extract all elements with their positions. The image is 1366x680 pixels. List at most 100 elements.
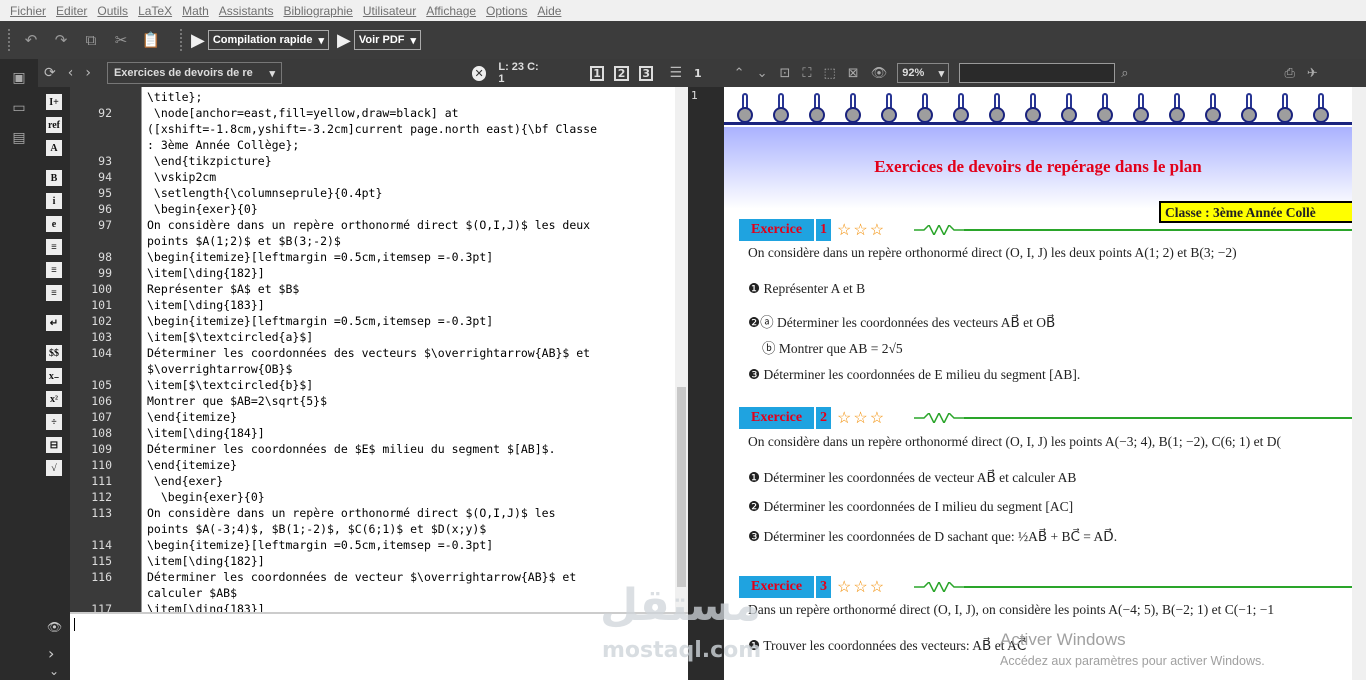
fit-page-icon[interactable]: ⛶ xyxy=(802,66,811,81)
view-run-icon[interactable]: ▶ xyxy=(337,30,351,51)
code-line[interactable]: \item[\ding{184}] xyxy=(147,426,265,440)
fit-width-icon[interactable]: ⊡ xyxy=(779,66,790,81)
chevron-down-icon[interactable]: ⌄ xyxy=(757,66,768,81)
code-line[interactable]: \item[$\textcircled{b}$] xyxy=(147,378,313,392)
menu-item[interactable]: Affichage xyxy=(421,4,481,18)
chevron-right-icon[interactable]: › xyxy=(48,644,54,663)
code-line[interactable]: On considère dans un repère orthonormé d… xyxy=(147,218,590,232)
fraction-icon[interactable]: ÷ xyxy=(46,414,62,430)
menu-item[interactable]: Assistants xyxy=(214,4,279,18)
code-line[interactable]: Représenter $A$ et $B$ xyxy=(147,282,299,296)
open-folder-icon[interactable]: ▭ xyxy=(8,97,30,119)
editor-scrollbar[interactable] xyxy=(675,87,688,612)
code-line[interactable]: : 3ème Année Collège}; xyxy=(147,138,299,152)
menu-item[interactable]: Bibliographie xyxy=(278,4,357,18)
code-line[interactable]: calculer $AB$ xyxy=(147,586,237,600)
scrollbar-thumb[interactable] xyxy=(677,387,686,587)
bookmark-3-button[interactable]: 3 xyxy=(638,65,654,81)
newline-icon[interactable]: ↵ xyxy=(46,315,62,331)
double-chevron-down-icon[interactable]: ⌄ xyxy=(49,664,59,678)
code-line[interactable]: \item[\ding{183}] xyxy=(147,298,265,312)
code-line[interactable]: \node[anchor=east,fill=yellow,draw=black… xyxy=(147,106,459,120)
code-line[interactable]: \end{tikzpicture} xyxy=(147,154,272,168)
ref-icon[interactable]: ref xyxy=(46,117,62,133)
copy-icon[interactable]: ⧉ xyxy=(80,29,102,51)
menu-item[interactable]: Aide xyxy=(532,4,566,18)
bookmark-2-button[interactable]: 2 xyxy=(614,65,629,81)
code-line[interactable]: Déterminer les coordonnées de vecteur $\… xyxy=(147,570,576,584)
code-line[interactable]: points $A(1;2)$ et $B(3;-2)$ xyxy=(147,234,341,248)
menu-item[interactable]: LaTeX xyxy=(133,4,177,18)
chevron-up-icon[interactable]: ⌃ xyxy=(734,66,745,81)
code-editor[interactable]: \title}; \node[anchor=east,fill=yellow,d… xyxy=(141,87,675,612)
code-line[interactable]: \end{itemize} xyxy=(147,458,237,472)
subscript-icon[interactable]: x₋ xyxy=(46,368,62,384)
forward-arrow-icon[interactable]: › xyxy=(85,65,91,81)
pdf-search-input[interactable] xyxy=(959,63,1116,83)
refresh-icon[interactable]: ⟳ xyxy=(44,65,56,81)
new-file-icon[interactable]: ▣ xyxy=(8,67,30,89)
code-line[interactable]: Déterminer les coordonnées des vecteurs … xyxy=(147,346,590,360)
code-line[interactable]: \begin{exer}{0} xyxy=(147,490,265,504)
code-line[interactable]: \begin{itemize}[leftmargin =0.5cm,itemse… xyxy=(147,314,493,328)
code-line[interactable]: \end{exer} xyxy=(147,474,223,488)
pdf-scrollbar[interactable] xyxy=(1352,87,1366,680)
print-icon[interactable]: ⎙ xyxy=(1284,66,1294,81)
code-line[interactable]: Montrer que $AB=2\sqrt{5}$ xyxy=(147,394,327,408)
superscript-icon[interactable]: x² xyxy=(46,391,62,407)
menu-item[interactable]: Utilisateur xyxy=(358,4,421,18)
sqrt-icon[interactable]: √ xyxy=(46,460,62,476)
code-line[interactable]: \item[\ding{182}] xyxy=(147,266,265,280)
compile-combo[interactable]: Compilation rapide ▾ xyxy=(207,30,329,50)
align-right-icon[interactable]: ≡ xyxy=(46,285,62,301)
code-line[interactable]: Déterminer les coordonnées de $E$ milieu… xyxy=(147,442,556,456)
code-line[interactable]: points $A(-3;4)$, $B(1;-2)$, $C(6;1)$ et… xyxy=(147,522,486,536)
zoom-combo[interactable]: 92% ▾ xyxy=(897,63,950,83)
italic-icon[interactable]: i xyxy=(46,193,62,209)
math-mode-icon[interactable]: $$ xyxy=(46,345,62,361)
bookmark-1-button[interactable]: 1 xyxy=(589,65,605,81)
bold-icon[interactable]: B xyxy=(46,170,62,186)
align-left-icon[interactable]: ≡ xyxy=(46,239,62,255)
code-line[interactable]: \begin{itemize}[leftmargin =0.5cm,itemse… xyxy=(147,250,493,264)
menu-item[interactable]: Editer xyxy=(51,4,92,18)
compile-run-icon[interactable]: ▶ xyxy=(191,30,205,51)
code-line[interactable]: \begin{itemize}[leftmargin =0.5cm,itemse… xyxy=(147,538,493,552)
font-size-icon[interactable]: A xyxy=(46,140,62,156)
autofit-icon[interactable]: ⬚ xyxy=(823,66,835,81)
structure-icon[interactable]: ☰ xyxy=(669,65,682,81)
eye-icon[interactable]: 👁 xyxy=(871,66,888,81)
insert-structure-icon[interactable]: I+ xyxy=(46,94,62,110)
code-line[interactable]: ([xshift=-1.8cm,yshift=-3.2cm]current pa… xyxy=(147,122,597,136)
pdf-viewer[interactable]: Exercices de devoirs de repérage dans le… xyxy=(724,87,1352,680)
message-console[interactable] xyxy=(70,612,688,680)
undo-icon[interactable]: ↶ xyxy=(20,29,42,51)
menu-item[interactable]: Fichier xyxy=(0,4,51,18)
code-line[interactable]: \end{itemize} xyxy=(147,410,237,424)
document-selector[interactable]: Exercices de devoirs de re ▾ xyxy=(106,62,282,84)
zoom-fit-icon[interactable]: ⊠ xyxy=(848,66,859,81)
menu-item[interactable]: Math xyxy=(177,4,214,18)
code-line[interactable]: \setlength{\columnseprule}{0.4pt} xyxy=(147,186,382,200)
code-line[interactable]: On considère dans un repère orthonormé d… xyxy=(147,506,556,520)
code-line[interactable]: \item[\ding{182}] xyxy=(147,554,265,568)
back-arrow-icon[interactable]: ‹ xyxy=(68,65,74,81)
menu-item[interactable]: Options xyxy=(481,4,532,18)
align-center-icon[interactable]: ≡ xyxy=(46,262,62,278)
eye-icon[interactable]: 👁 xyxy=(47,620,62,634)
pin-icon[interactable]: ✈ xyxy=(1307,66,1318,81)
code-line[interactable]: \vskip2cm xyxy=(147,170,216,184)
code-line[interactable]: \item[\ding{183}] xyxy=(147,602,265,612)
redo-icon[interactable]: ↷ xyxy=(50,29,72,51)
code-line[interactable]: $\overrightarrow{OB}$ xyxy=(147,362,292,376)
dfrac-icon[interactable]: ⊟ xyxy=(46,437,62,453)
save-icon[interactable]: ▤ xyxy=(8,127,30,149)
emphasis-icon[interactable]: e xyxy=(46,216,62,232)
paste-icon[interactable]: 📋 xyxy=(140,29,162,51)
close-icon[interactable]: ✕ xyxy=(471,65,487,81)
view-pdf-combo[interactable]: Voir PDF ▾ xyxy=(353,30,422,50)
code-line[interactable]: \begin{exer}{0} xyxy=(147,202,258,216)
menu-item[interactable]: Outils xyxy=(92,4,133,18)
code-line[interactable]: \item[$\textcircled{a}$] xyxy=(147,330,313,344)
cut-icon[interactable]: ✂ xyxy=(110,29,132,51)
